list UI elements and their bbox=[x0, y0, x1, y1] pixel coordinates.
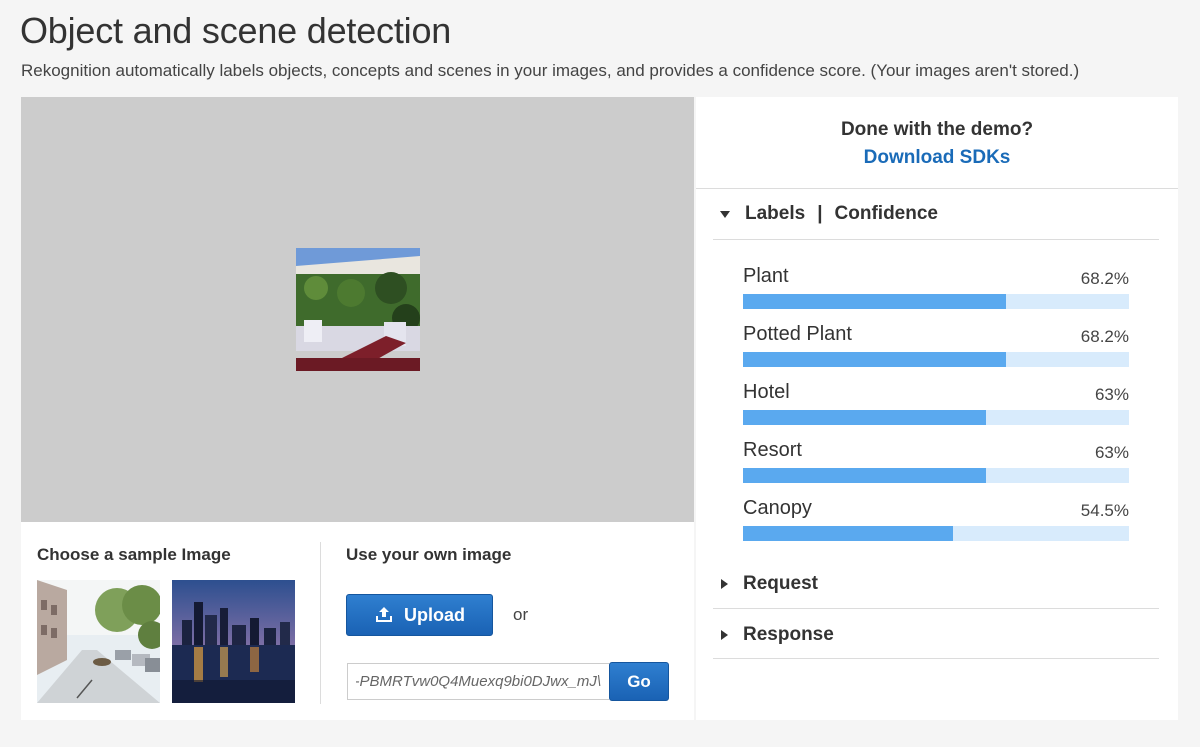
label-name: Canopy bbox=[743, 497, 812, 519]
label-row: Resort 63% bbox=[743, 439, 1129, 491]
caret-right-icon bbox=[721, 579, 728, 589]
confidence-bar-track bbox=[743, 294, 1129, 309]
request-title: Request bbox=[743, 573, 818, 594]
response-divider bbox=[713, 658, 1159, 659]
label-name: Potted Plant bbox=[743, 323, 852, 345]
header-divider bbox=[696, 188, 1178, 189]
confidence-value: 68.2% bbox=[1080, 269, 1129, 288]
sample-image-city[interactable] bbox=[172, 580, 295, 703]
confidence-bar-fill bbox=[743, 526, 954, 541]
or-separator: or bbox=[513, 605, 529, 624]
page-subtitle: Rekognition automatically labels objects… bbox=[21, 61, 1080, 80]
panel-divider bbox=[320, 542, 321, 704]
sample-images-heading: Choose a sample Image bbox=[37, 545, 231, 564]
image-panel: Choose a sample Image Use your own image… bbox=[21, 97, 694, 720]
confidence-bar-fill bbox=[743, 410, 987, 425]
request-divider bbox=[713, 608, 1159, 609]
results-panel: Done with the demo? Download SDKs Labels… bbox=[696, 97, 1178, 720]
label-row: Hotel 63% bbox=[743, 381, 1129, 433]
confidence-bar-fill bbox=[743, 468, 987, 483]
go-button[interactable]: Go bbox=[609, 662, 669, 701]
page-title: Object and scene detection bbox=[20, 10, 452, 51]
download-sdks-link[interactable]: Download SDKs bbox=[696, 147, 1178, 169]
caret-right-icon bbox=[721, 630, 728, 640]
caret-down-icon bbox=[720, 210, 730, 218]
request-section-header[interactable]: Request bbox=[718, 573, 818, 595]
upload-label: Upload bbox=[404, 604, 465, 625]
confidence-bar-track bbox=[743, 468, 1129, 483]
confidence-value: 63% bbox=[1094, 385, 1129, 404]
label-row: Canopy 54.5% bbox=[743, 497, 1129, 549]
demo-question: Done with the demo? bbox=[840, 119, 1034, 140]
sample-image-street[interactable] bbox=[37, 580, 160, 703]
confidence-value: 63% bbox=[1094, 443, 1129, 462]
upload-icon bbox=[374, 606, 394, 624]
labels-divider bbox=[713, 239, 1159, 240]
image-url-input[interactable] bbox=[347, 663, 609, 700]
confidence-bar-fill bbox=[743, 352, 1007, 367]
upload-button[interactable]: Upload bbox=[346, 594, 493, 636]
title-separator: | bbox=[817, 203, 823, 224]
confidence-bar-track bbox=[743, 410, 1129, 425]
response-section-header[interactable]: Response bbox=[718, 624, 834, 646]
label-row: Potted Plant 68.2% bbox=[743, 323, 1129, 375]
label-row: Plant 68.2% bbox=[743, 265, 1129, 317]
confidence-value: 54.5% bbox=[1080, 501, 1129, 520]
confidence-bar-fill bbox=[743, 294, 1007, 309]
label-name: Hotel bbox=[743, 381, 790, 403]
confidence-title: Confidence bbox=[834, 203, 938, 224]
label-name: Plant bbox=[743, 265, 789, 287]
analyzed-image bbox=[296, 248, 420, 371]
confidence-bar-track bbox=[743, 526, 1129, 541]
image-preview-area bbox=[21, 97, 694, 522]
confidence-value: 68.2% bbox=[1080, 327, 1129, 346]
confidence-bar-track bbox=[743, 352, 1129, 367]
labels-title: Labels bbox=[745, 203, 806, 224]
label-name: Resort bbox=[743, 439, 802, 461]
labels-section-header[interactable]: Labels | Confidence bbox=[718, 203, 938, 225]
response-title: Response bbox=[743, 624, 834, 645]
own-image-heading: Use your own image bbox=[346, 545, 512, 564]
